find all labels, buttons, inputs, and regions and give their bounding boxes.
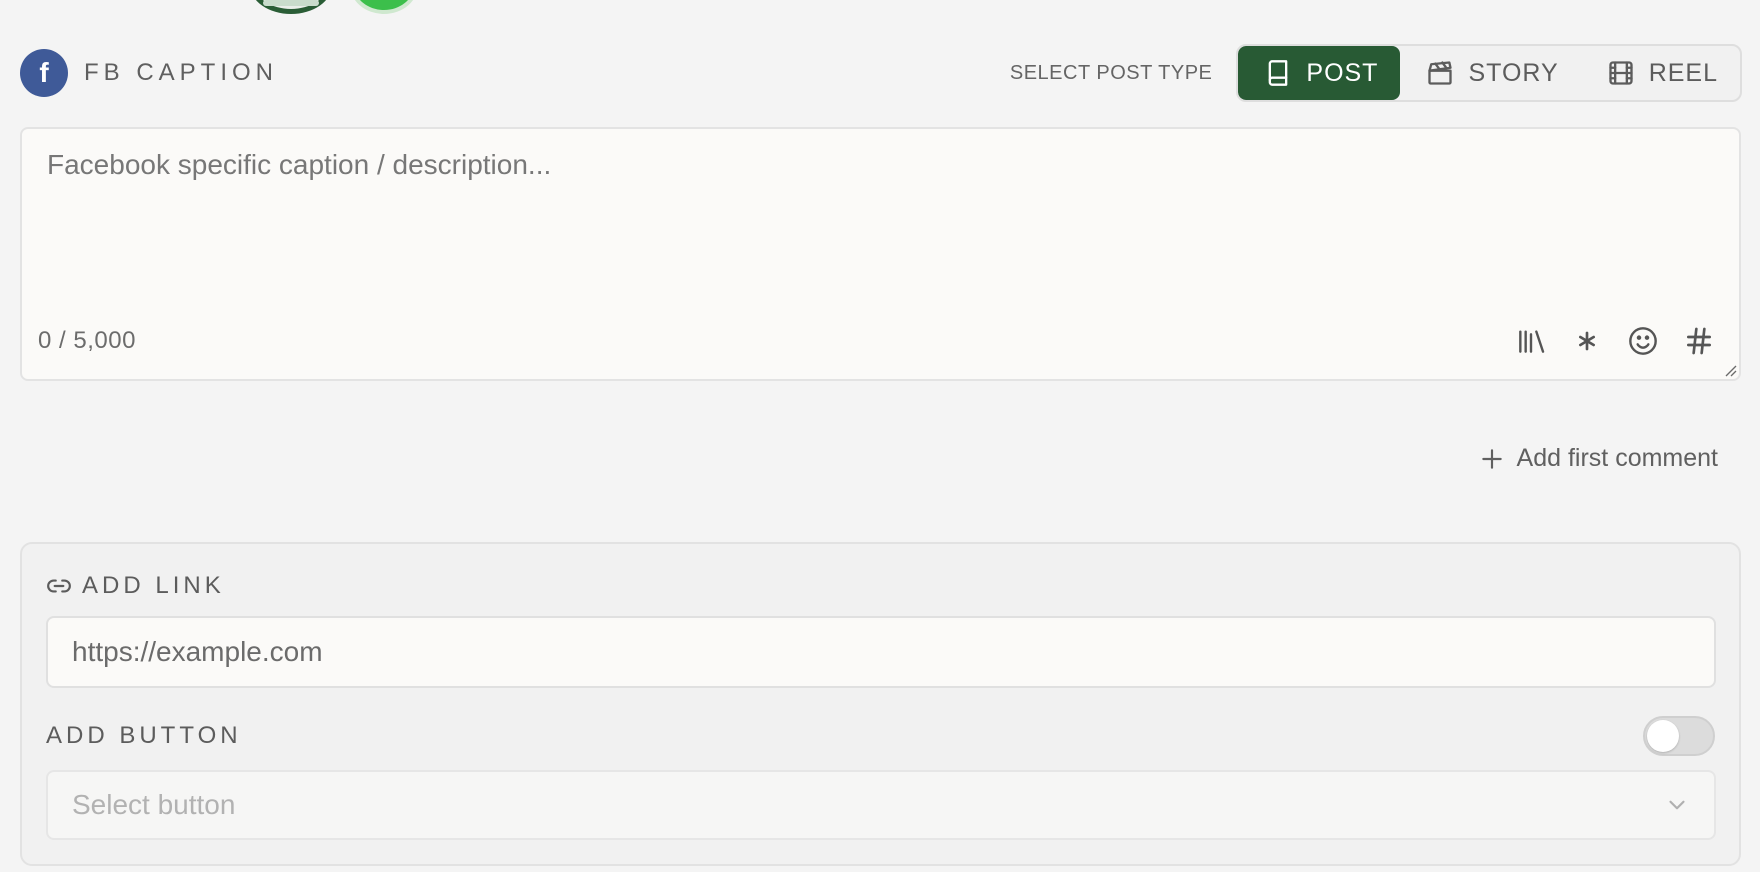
post-type-story-button[interactable]: STORY bbox=[1400, 46, 1580, 100]
character-counter: 0 / 5,000 bbox=[38, 327, 136, 354]
add-link-heading: ADD LINK bbox=[46, 572, 225, 600]
caption-textarea[interactable]: Facebook specific caption / description.… bbox=[20, 127, 1741, 381]
post-type-label: SELECT POST TYPE bbox=[1009, 61, 1213, 84]
account-avatar[interactable] bbox=[350, 0, 418, 14]
caption-header: f FB CAPTION SELECT POST TYPE POST STORY… bbox=[20, 44, 1742, 102]
hashtag-icon[interactable] bbox=[1681, 323, 1717, 359]
add-link-panel: ADD LINK https://example.com ADD BUTTON … bbox=[20, 542, 1741, 866]
plus-icon bbox=[1481, 448, 1502, 469]
post-type-label: POST bbox=[1306, 58, 1379, 87]
account-avatar[interactable] bbox=[250, 0, 332, 14]
film-icon bbox=[1609, 61, 1633, 85]
caption-placeholder: Facebook specific caption / description.… bbox=[47, 149, 552, 180]
facebook-icon: f bbox=[20, 49, 68, 97]
post-type-label: STORY bbox=[1468, 58, 1559, 87]
resize-handle-icon[interactable] bbox=[1723, 363, 1737, 377]
select-button-placeholder: Select button bbox=[72, 789, 236, 820]
link-icon bbox=[47, 579, 71, 593]
caption-toolbar bbox=[1513, 323, 1717, 359]
link-url-input[interactable]: https://example.com bbox=[46, 616, 1716, 688]
asterisk-icon[interactable] bbox=[1569, 323, 1605, 359]
add-button-row: ADD BUTTON bbox=[46, 714, 1715, 758]
add-first-comment-label: Add first comment bbox=[1516, 444, 1718, 472]
emoji-icon[interactable] bbox=[1625, 323, 1661, 359]
add-button-label: ADD BUTTON bbox=[46, 722, 242, 749]
add-link-title: ADD LINK bbox=[82, 572, 225, 599]
toggle-knob bbox=[1647, 720, 1679, 752]
clapperboard-icon bbox=[1428, 61, 1453, 85]
chevron-down-icon bbox=[1669, 800, 1685, 810]
post-type-label: REEL bbox=[1648, 58, 1718, 87]
book-icon bbox=[1269, 60, 1288, 86]
section-title: FB CAPTION bbox=[84, 59, 279, 86]
post-type-reel-button[interactable]: REEL bbox=[1581, 46, 1740, 100]
post-type-post-button[interactable]: POST bbox=[1238, 46, 1401, 100]
post-type-selector: POST STORY REEL bbox=[1236, 44, 1742, 102]
add-first-comment-button[interactable]: Add first comment bbox=[1479, 444, 1718, 473]
select-button-dropdown[interactable]: Select button bbox=[46, 770, 1716, 840]
library-icon[interactable] bbox=[1513, 323, 1549, 359]
add-button-toggle[interactable] bbox=[1643, 716, 1715, 756]
